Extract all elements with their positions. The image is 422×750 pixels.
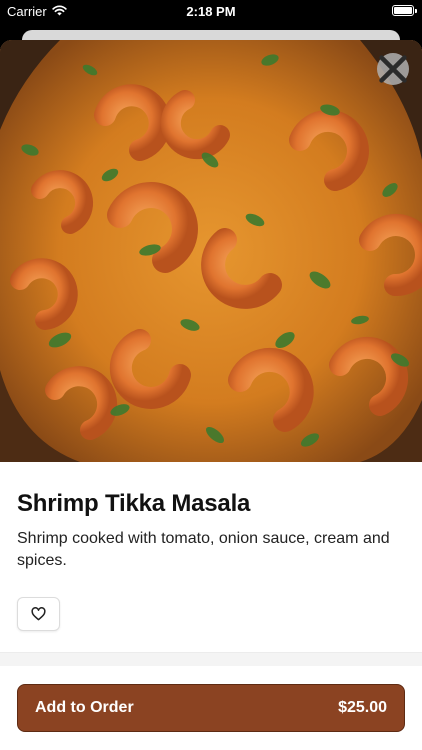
close-button[interactable] — [377, 53, 409, 85]
food-illustration — [0, 40, 422, 462]
add-to-order-button[interactable]: Add to Order $25.00 — [17, 684, 405, 732]
item-title: Shrimp Tikka Masala — [17, 490, 251, 517]
order-footer: Add to Order $25.00 — [0, 666, 422, 750]
status-time: 2:18 PM — [186, 4, 236, 19]
item-image — [0, 40, 422, 462]
item-price: $25.00 — [338, 699, 387, 716]
close-icon — [379, 55, 407, 83]
item-details: Shrimp Tikka Masala Shrimp cooked with t… — [0, 462, 422, 631]
favorite-button[interactable] — [17, 597, 60, 631]
heart-icon — [31, 607, 46, 621]
footer-divider — [0, 652, 422, 666]
battery-icon — [392, 5, 417, 16]
add-to-order-label: Add to Order — [35, 699, 134, 716]
status-bar: Carrier 2:18 PM — [0, 0, 422, 22]
item-description: Shrimp cooked with tomato, onion sauce, … — [17, 530, 390, 569]
item-detail-sheet: Shrimp Tikka Masala Shrimp cooked with t… — [0, 40, 422, 750]
